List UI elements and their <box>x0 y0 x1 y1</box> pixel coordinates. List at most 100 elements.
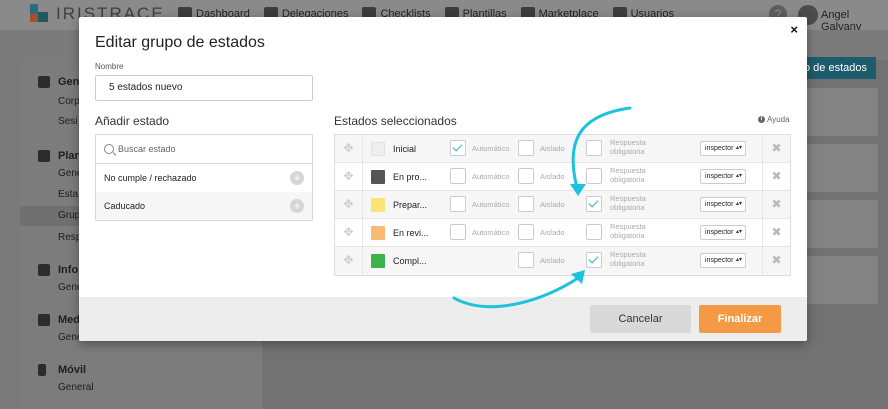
add-state-title: Añadir estado <box>95 114 170 128</box>
sidebar-item[interactable]: Corp <box>58 96 80 107</box>
aislado-checkbox[interactable] <box>518 196 534 212</box>
logo-icon <box>30 4 48 22</box>
select-arrow-icon: ▴▾ <box>735 173 742 179</box>
respuesta-obligatoria-label: Respuesta obligatoria <box>610 222 646 240</box>
camera-icon <box>38 314 50 326</box>
sidebar-section-plantillas[interactable]: Plan <box>58 150 81 162</box>
cancel-button[interactable]: Cancelar <box>590 305 691 333</box>
respuesta-obligatoria-label: Respuesta obligatoria <box>610 250 646 268</box>
modal-title: Editar grupo de estados <box>95 34 265 51</box>
automatico-label: Automático <box>472 228 510 237</box>
state-name: En pro... <box>393 172 428 182</box>
sidebar-item[interactable]: Esta <box>58 189 78 200</box>
delete-icon[interactable]: ✖ <box>762 219 790 246</box>
info-icon <box>38 264 50 276</box>
selected-states-title: Estados seleccionados <box>334 114 457 128</box>
select-arrow-icon: ▴▾ <box>735 257 742 263</box>
state-name: Inicial <box>393 144 417 154</box>
aislado-label: Aislado <box>540 144 565 153</box>
sidebar-section-informes[interactable]: Info <box>58 264 78 276</box>
template-icon <box>38 150 50 162</box>
sidebar-item[interactable]: Grup <box>58 210 80 221</box>
role-select[interactable]: inspector ▴▾ <box>700 169 746 184</box>
state-name: Prepar... <box>393 200 428 210</box>
state-row: ✥ En revi... Automático Aislado Respuesta obl… <box>335 219 790 247</box>
automatico-checkbox[interactable] <box>450 168 466 184</box>
state-row: ✥ Inicial Automático Aislado Respuesta obliga… <box>335 135 790 163</box>
respuesta-obligatoria-checkbox[interactable] <box>586 252 602 268</box>
help-link[interactable]: i Ayuda <box>758 115 790 124</box>
respuesta-obligatoria-label: Respuesta obligatoria <box>610 166 646 184</box>
role-select[interactable]: inspector ▴▾ <box>700 197 746 212</box>
help-label: Ayuda <box>767 115 790 124</box>
respuesta-obligatoria-checkbox[interactable] <box>586 168 602 184</box>
select-arrow-icon: ▴▾ <box>735 145 742 151</box>
sidebar-item[interactable]: Resp <box>58 232 81 243</box>
available-state-item[interactable]: Caducado + <box>96 192 312 220</box>
available-states-list: Buscar estado No cumple / rechazado + Ca… <box>95 134 313 221</box>
available-state-item[interactable]: No cumple / rechazado + <box>96 164 312 192</box>
delete-icon[interactable]: ✖ <box>762 191 790 218</box>
search-placeholder: Buscar estado <box>118 144 176 154</box>
role-select[interactable]: inspector ▴▾ <box>700 225 746 240</box>
sidebar-section-movil[interactable]: Móvil <box>58 364 86 376</box>
available-state-label: Caducado <box>104 201 146 211</box>
respuesta-obligatoria-checkbox[interactable] <box>586 224 602 240</box>
state-row: ✥ Compl... Aislado Respuesta obligatoria insp… <box>335 247 790 275</box>
delete-icon[interactable]: ✖ <box>762 135 790 162</box>
state-color-swatch <box>371 226 385 240</box>
delete-icon[interactable]: ✖ <box>762 247 790 275</box>
state-color-swatch <box>371 254 385 268</box>
delete-icon[interactable]: ✖ <box>762 163 790 190</box>
add-icon[interactable]: + <box>290 199 304 213</box>
aislado-label: Aislado <box>540 200 565 209</box>
state-name: Compl... <box>393 256 427 266</box>
respuesta-obligatoria-label: Respuesta obligatoria <box>610 194 646 212</box>
sidebar-item[interactable]: General <box>58 382 94 393</box>
role-select[interactable]: inspector ▴▾ <box>700 253 746 268</box>
role-select[interactable]: inspector ▴▾ <box>700 141 746 156</box>
automatico-label: Automático <box>472 172 510 181</box>
aislado-label: Aislado <box>540 172 565 181</box>
drag-handle-icon[interactable]: ✥ <box>335 163 363 190</box>
respuesta-obligatoria-label: Respuesta obligatoria <box>610 138 646 156</box>
name-input[interactable]: 5 estados nuevo <box>95 75 313 101</box>
aislado-label: Aislado <box>540 256 565 265</box>
sidebar-section-medios[interactable]: Med <box>58 314 80 326</box>
automatico-checkbox[interactable] <box>450 224 466 240</box>
selected-states-table: ✥ Inicial Automático Aislado Respuesta obliga… <box>334 134 791 276</box>
state-color-swatch <box>371 142 385 156</box>
respuesta-obligatoria-checkbox[interactable] <box>586 140 602 156</box>
automatico-checkbox[interactable] <box>450 140 466 156</box>
search-icon <box>104 144 114 154</box>
finalize-button[interactable]: Finalizar <box>699 305 781 333</box>
mobile-icon <box>38 364 46 376</box>
modal-footer: Cancelar Finalizar <box>79 297 807 341</box>
state-row: ✥ En pro... Automático Aislado Respuesta obli… <box>335 163 790 191</box>
respuesta-obligatoria-checkbox[interactable] <box>586 196 602 212</box>
state-color-swatch <box>371 198 385 212</box>
info-icon: i <box>758 116 765 123</box>
available-state-label: No cumple / rechazado <box>104 173 197 183</box>
drag-handle-icon[interactable]: ✥ <box>335 135 363 162</box>
aislado-label: Aislado <box>540 228 565 237</box>
drag-handle-icon[interactable]: ✥ <box>335 247 363 275</box>
edit-state-group-modal: × Editar grupo de estados Nombre 5 estad… <box>79 17 807 341</box>
automatico-label: Automático <box>472 144 510 153</box>
select-arrow-icon: ▴▾ <box>735 229 742 235</box>
aislado-checkbox[interactable] <box>518 168 534 184</box>
aislado-checkbox[interactable] <box>518 224 534 240</box>
aislado-checkbox[interactable] <box>518 252 534 268</box>
aislado-checkbox[interactable] <box>518 140 534 156</box>
add-icon[interactable]: + <box>290 171 304 185</box>
drag-handle-icon[interactable]: ✥ <box>335 219 363 246</box>
drag-handle-icon[interactable]: ✥ <box>335 191 363 218</box>
close-icon[interactable]: × <box>790 22 798 37</box>
name-label: Nombre <box>95 62 124 71</box>
automatico-checkbox[interactable] <box>450 196 466 212</box>
gear-icon <box>38 76 50 88</box>
state-row: ✥ Prepar... Automático Aislado Respuesta obli… <box>335 191 790 219</box>
search-state-input[interactable]: Buscar estado <box>96 135 312 164</box>
sidebar-item[interactable]: Sesi <box>58 116 77 127</box>
state-color-swatch <box>371 170 385 184</box>
